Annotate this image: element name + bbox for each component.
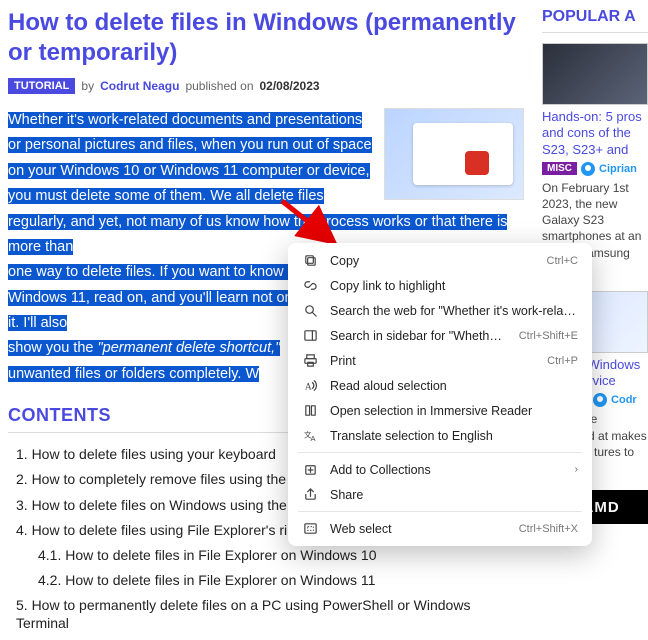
print-icon bbox=[302, 353, 318, 369]
context-menu-label: Copy bbox=[330, 254, 535, 268]
context-menu-item[interactable]: Add to Collections › bbox=[288, 457, 592, 482]
author-link[interactable]: Codrut Neagu bbox=[100, 79, 179, 93]
reader-icon bbox=[302, 403, 318, 419]
context-menu-label: Copy link to highlight bbox=[330, 279, 578, 293]
search-icon bbox=[302, 303, 318, 319]
published-label: published on bbox=[185, 79, 253, 93]
sidebar-icon bbox=[302, 328, 318, 344]
webselect-icon bbox=[302, 521, 318, 537]
user-icon bbox=[593, 393, 607, 407]
translate-icon: 文A bbox=[302, 428, 318, 444]
context-menu-label: Translate selection to English bbox=[330, 429, 578, 443]
sidebar-card: Hands-on: 5 pros and cons of the S23, S2… bbox=[542, 43, 648, 277]
context-menu-label: Read aloud selection bbox=[330, 379, 578, 393]
read-icon: A bbox=[302, 378, 318, 394]
toc-subitem[interactable]: 4.1. How to delete files in File Explore… bbox=[16, 546, 524, 564]
context-menu-item[interactable]: Print Ctrl+P bbox=[288, 348, 592, 373]
page-title: How to delete files in Windows (permanen… bbox=[8, 8, 524, 68]
tutorial-badge: TUTORIAL bbox=[8, 78, 75, 94]
context-menu-item[interactable]: Search in sidebar for "Whether it's work… bbox=[288, 323, 592, 348]
misc-badge: MISC bbox=[542, 162, 577, 175]
context-menu-item[interactable]: Share bbox=[288, 482, 592, 507]
context-menu-item[interactable]: A Read aloud selection bbox=[288, 373, 592, 398]
user-icon bbox=[581, 162, 595, 176]
context-menu-separator bbox=[298, 452, 582, 453]
context-menu-item[interactable]: Web selectCtrl+Shift+X bbox=[288, 516, 592, 541]
copy-icon bbox=[302, 253, 318, 269]
share-icon bbox=[302, 487, 318, 503]
context-menu-item[interactable]: Open selection in Immersive Reader bbox=[288, 398, 592, 423]
context-menu-label: Search the web for "Whether it's work-re… bbox=[330, 304, 578, 318]
sidebar-thumb[interactable] bbox=[542, 43, 648, 105]
context-menu: Copy Ctrl+C Copy link to highlight Search t… bbox=[288, 243, 592, 546]
sidebar-author[interactable]: Codr bbox=[611, 394, 637, 406]
context-menu-label: Print bbox=[330, 354, 535, 368]
sidebar-heading: POPULAR A bbox=[542, 8, 648, 33]
toc-item[interactable]: 5. How to permanently delete files on a … bbox=[16, 596, 524, 632]
published-date: 02/08/2023 bbox=[260, 79, 320, 93]
context-menu-shortcut: Ctrl+P bbox=[547, 355, 578, 367]
link-icon bbox=[302, 278, 318, 294]
context-menu-label: Share bbox=[330, 488, 578, 502]
svg-text:A: A bbox=[304, 382, 311, 392]
by-label: by bbox=[81, 79, 94, 93]
svg-text:A: A bbox=[310, 434, 315, 443]
context-menu-shortcut: Ctrl+Shift+E bbox=[519, 330, 578, 342]
context-menu-label: Web select bbox=[330, 522, 507, 536]
sidebar-card-title[interactable]: Hands-on: 5 pros and cons of the S23, S2… bbox=[542, 109, 648, 158]
article-meta: TUTORIAL by Codrut Neagu published on 02… bbox=[8, 78, 524, 94]
context-menu-item[interactable]: 文A Translate selection to English bbox=[288, 423, 592, 448]
toc-subitem[interactable]: 4.2. How to delete files in File Explore… bbox=[16, 571, 524, 589]
context-menu-label: Search in sidebar for "Whether it's work… bbox=[330, 329, 507, 343]
context-menu-separator bbox=[298, 511, 582, 512]
context-menu-label: Add to Collections bbox=[330, 463, 563, 477]
intro-thumbnail bbox=[384, 108, 524, 200]
context-menu-item[interactable]: Copy link to highlight bbox=[288, 273, 592, 298]
context-menu-item[interactable]: Search the web for "Whether it's work-re… bbox=[288, 298, 592, 323]
context-menu-shortcut: Ctrl+C bbox=[547, 255, 578, 267]
collections-icon bbox=[302, 462, 318, 478]
context-menu-item[interactable]: Copy Ctrl+C bbox=[288, 248, 592, 273]
chevron-right-icon: › bbox=[575, 464, 578, 475]
context-menu-label: Open selection in Immersive Reader bbox=[330, 404, 578, 418]
sidebar-author[interactable]: Ciprian bbox=[599, 163, 637, 175]
